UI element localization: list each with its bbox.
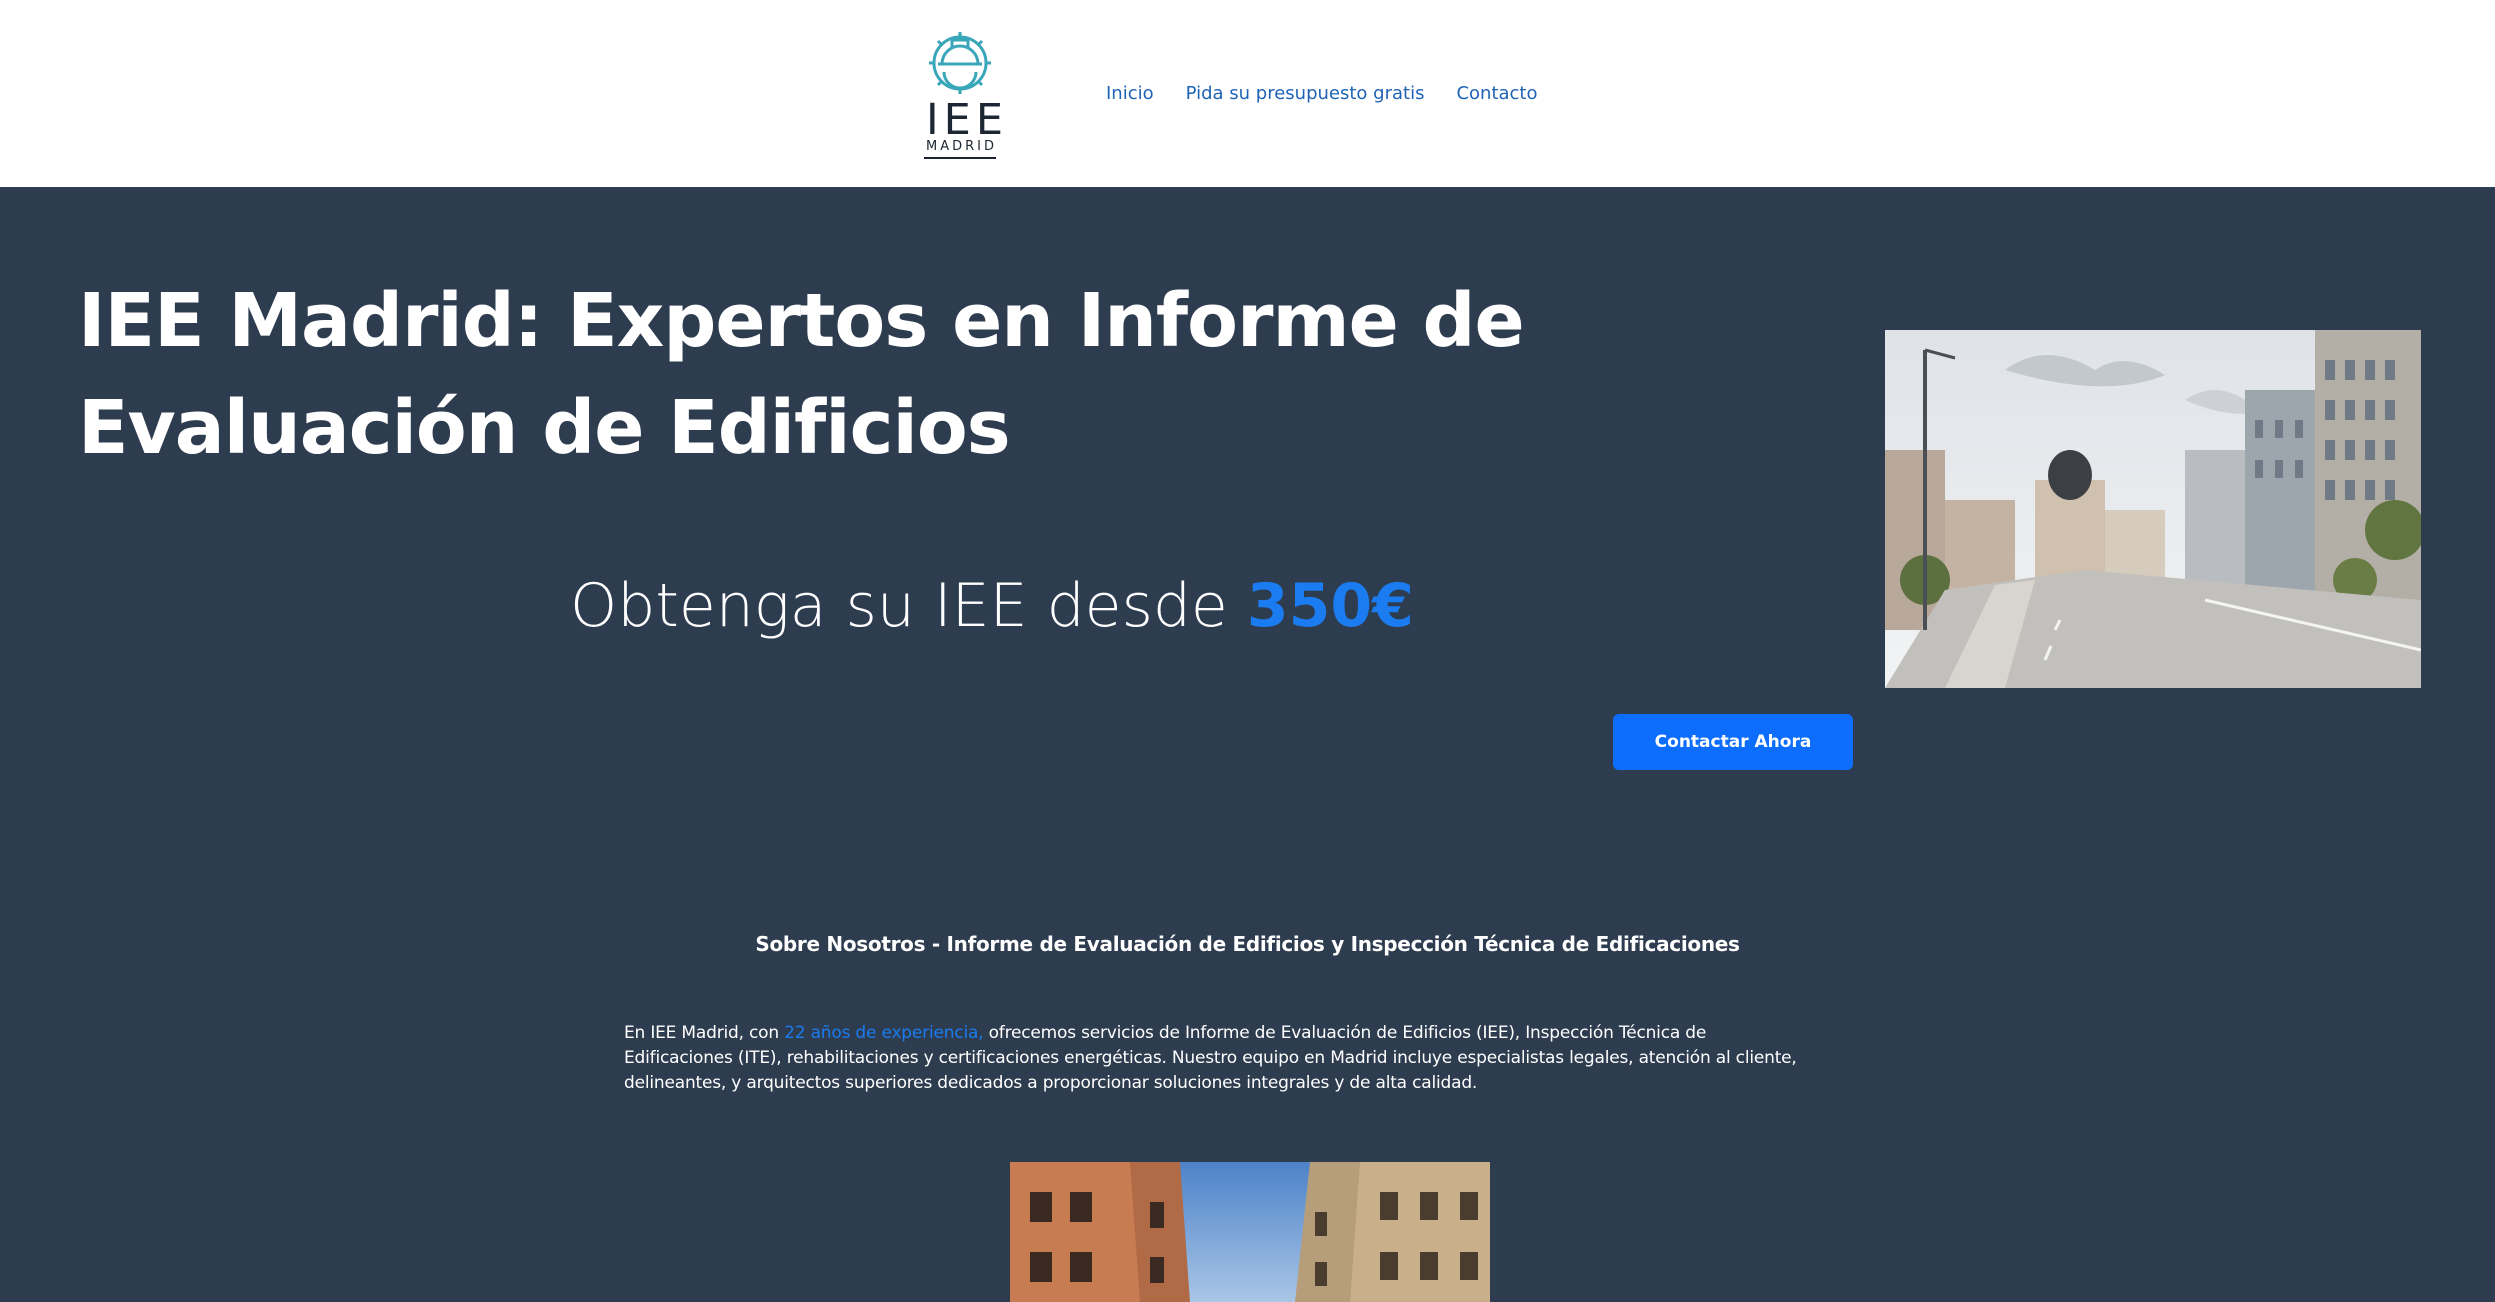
nav-link-presupuesto[interactable]: Pida su presupuesto gratis xyxy=(1186,83,1425,104)
logo-underline xyxy=(924,157,996,159)
site-logo[interactable]: IEE MADRID xyxy=(922,28,1009,162)
nav-link-contacto[interactable]: Contacto xyxy=(1456,83,1537,104)
site-header: IEE MADRID Inicio Pida su presupuesto gr… xyxy=(0,0,2495,187)
main-nav: Inicio Pida su presupuesto gratis Contac… xyxy=(1106,80,1538,106)
logo-wordmark: IEE xyxy=(926,95,1009,145)
logo-subtitle: MADRID xyxy=(926,139,997,154)
price-value: 350€ xyxy=(1246,571,1414,641)
about-paragraph: En IEE Madrid, con 22 años de experienci… xyxy=(624,1021,1814,1096)
about-text-start: En IEE Madrid, con xyxy=(624,1023,785,1043)
hard-hat-gear-icon xyxy=(929,32,991,94)
about-heading: Sobre Nosotros - Informe de Evaluación d… xyxy=(755,932,1740,956)
hero-street-photo xyxy=(1885,330,2421,688)
contact-now-button[interactable]: Contactar Ahora xyxy=(1613,714,1853,770)
price-line: Obtenga su IEE desde 350€ xyxy=(570,570,1414,642)
nav-link-inicio[interactable]: Inicio xyxy=(1106,83,1154,104)
hero-title: IEE Madrid: Expertos en Informe de Evalu… xyxy=(78,278,1525,471)
about-buildings-photo xyxy=(1010,1162,1490,1302)
price-prefix: Obtenga su IEE desde xyxy=(570,571,1228,641)
experience-highlight: 22 años de experiencia, xyxy=(784,1023,984,1043)
